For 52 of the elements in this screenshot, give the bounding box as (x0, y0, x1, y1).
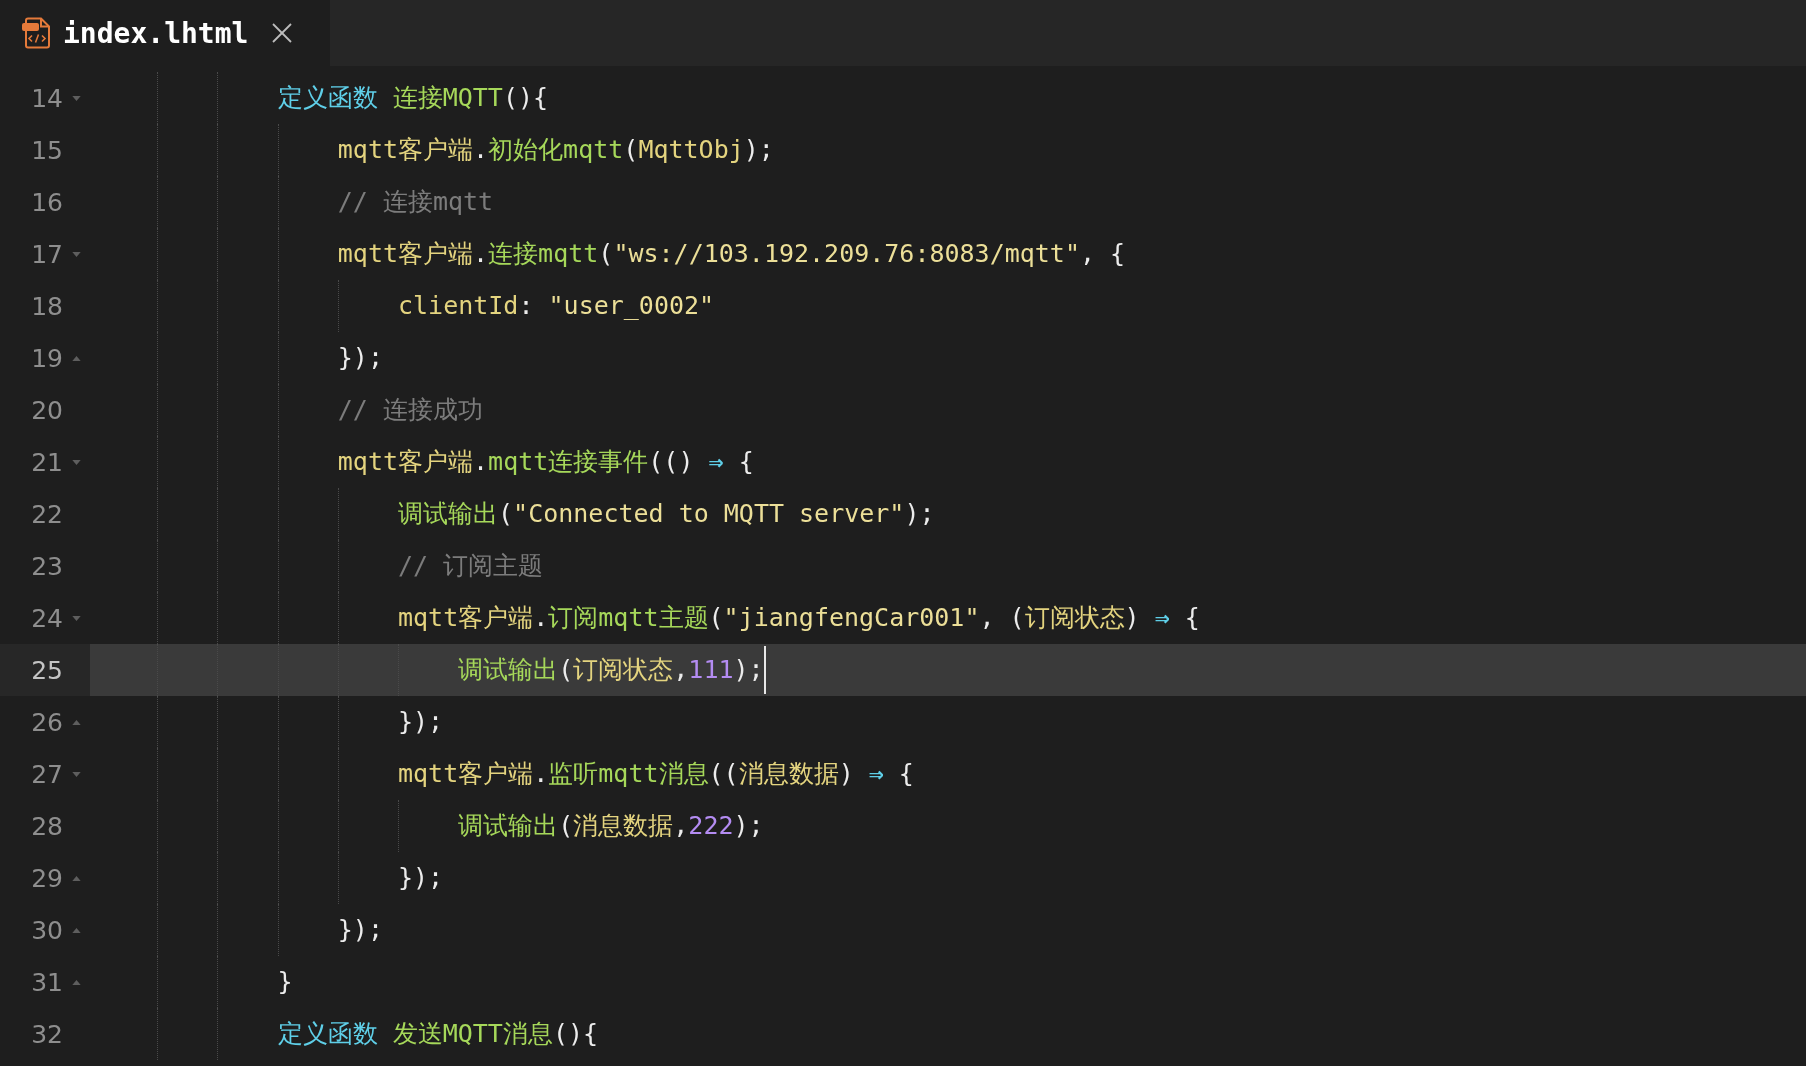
line-number: 23 (30, 551, 63, 581)
caret-up-icon[interactable] (72, 719, 81, 725)
editor-tab[interactable]: index.lhtml (0, 0, 331, 66)
close-icon[interactable] (272, 23, 293, 43)
code-line: clientId: "user_0002" (398, 289, 715, 322)
code-line: mqtt客户端.连接mqtt("ws://103.192.209.76:8083/mqtt", { (337, 237, 1126, 270)
line-number: 18 (30, 291, 63, 321)
caret-up-icon[interactable] (72, 875, 81, 881)
caret-down-icon[interactable] (72, 95, 81, 101)
code-line: 调试输出("Connected to MQTT server"); (398, 497, 935, 530)
line-number: 25 (30, 655, 63, 685)
line-number: 28 (30, 811, 63, 841)
code-line: mqtt客户端.初始化mqtt(MqttObj); (337, 133, 774, 166)
code-line: }); (337, 913, 383, 946)
code-line: 定义函数 发送MQTT消息(){ (277, 1017, 599, 1050)
line-number: 20 (30, 395, 63, 425)
code-line: 定义函数 连接MQTT(){ (277, 81, 549, 114)
caret-down-icon[interactable] (72, 459, 81, 465)
caret-up-icon[interactable] (72, 927, 81, 933)
caret-up-icon[interactable] (72, 355, 81, 361)
line-number: 27 (30, 759, 63, 789)
line-number: 29 (30, 863, 63, 893)
line-number: 32 (30, 1019, 63, 1049)
line-number: 21 (30, 447, 63, 477)
line-number: 26 (30, 707, 63, 737)
line-number: 22 (30, 499, 63, 529)
code-line: }); (398, 861, 444, 894)
code-line: 调试输出(订阅状态,111); (458, 653, 764, 686)
line-number: 14 (30, 83, 63, 113)
code-line: mqtt客户端.订阅mqtt主题("jiangfengCar001", (订阅状态) ⇒ { (398, 601, 1200, 634)
caret-down-icon[interactable] (72, 251, 81, 257)
line-number: 17 (30, 239, 63, 269)
code-line: }); (398, 705, 444, 738)
code-line: mqtt客户端.监听mqtt消息((消息数据) ⇒ { (398, 757, 914, 790)
code-line: // 连接成功 (337, 393, 483, 426)
text-cursor (763, 646, 766, 694)
code-line: } (277, 965, 293, 998)
line-number: 19 (30, 343, 63, 373)
line-number: 31 (30, 967, 63, 997)
code-line: }); (337, 341, 383, 374)
code-line: // 订阅主题 (398, 549, 544, 582)
code-line: mqtt客户端.mqtt连接事件(() ⇒ { (337, 445, 754, 478)
caret-down-icon[interactable] (72, 771, 81, 777)
caret-down-icon[interactable] (72, 615, 81, 621)
line-number: 15 (30, 135, 63, 165)
code-line: 调试输出(消息数据,222); (458, 809, 764, 842)
file-code-icon (21, 17, 51, 49)
line-number: 24 (30, 603, 63, 633)
line-number: 30 (30, 915, 63, 945)
code-line: // 连接mqtt (337, 185, 494, 218)
line-number: 16 (30, 187, 63, 217)
caret-up-icon[interactable] (72, 979, 81, 985)
